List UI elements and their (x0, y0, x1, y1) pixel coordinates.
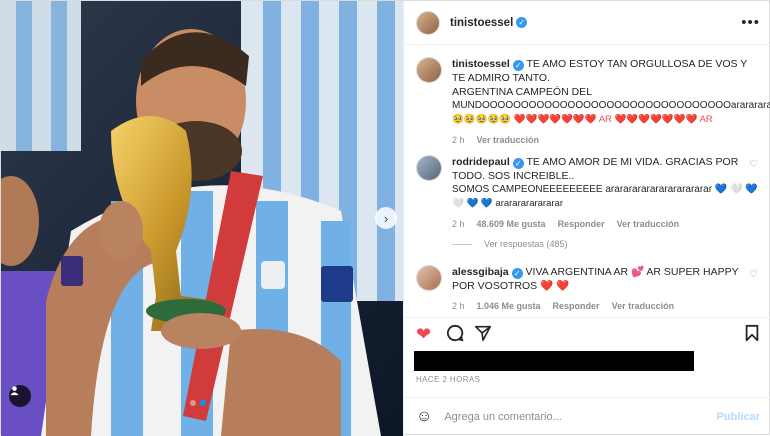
redacted-likes-bar (414, 351, 694, 371)
paper-plane-icon (474, 325, 492, 342)
comment: rodridepaul ✓ TE AMO AMOR DE MI VIDA. GRA… (416, 155, 766, 231)
post-photo[interactable]: › (1, 1, 403, 436)
comment-username[interactable]: tinistoessel (452, 58, 510, 70)
verified-icon: ✓ (512, 158, 524, 169)
comment-text-line: ARGENTINA CAMPEÓN DEL (452, 86, 593, 98)
comment: alessgibaja ✓ VIVA ARGENTINA AR 💕 AR SUPE… (416, 265, 766, 313)
photo-illustration (1, 1, 403, 436)
carousel-indicator (190, 400, 206, 406)
post-timestamp: HACE 2 HORAS (416, 375, 481, 384)
comment-time: 2 h (452, 301, 465, 311)
comment-time: 2 h (452, 219, 465, 229)
reply-button[interactable]: Responder (558, 217, 605, 231)
comment-like-icon[interactable]: ♡ (749, 159, 758, 170)
likes-count[interactable]: 1.046 Me gusta (477, 299, 541, 313)
caption-comment: tinistoessel ✓ TE AMO ESTOY TAN ORGULLOSA… (416, 57, 770, 147)
avatar[interactable] (416, 155, 442, 181)
view-replies-link[interactable]: Ver respuestas (485) (452, 239, 568, 249)
next-photo-button[interactable]: › (375, 207, 397, 229)
verified-icon: ✓ (512, 60, 524, 71)
emoji-icon[interactable]: ☺ (416, 408, 432, 426)
comment-icon[interactable] (446, 324, 464, 347)
publish-button[interactable]: Publicar (717, 411, 760, 423)
comment-username[interactable]: rodridepaul (452, 156, 510, 168)
carousel-dot (190, 400, 196, 406)
carousel-dot-active (200, 400, 206, 406)
avatar[interactable] (416, 265, 442, 291)
save-icon (745, 324, 759, 342)
comment-username[interactable]: alessgibaja (452, 266, 509, 278)
tagged-users-button[interactable] (9, 385, 31, 407)
post-header: tinistoessel ✓ ••• (404, 1, 770, 45)
comment-text-line: SOMOS CAMPEONEEEEEEEEE arararararararara… (452, 184, 758, 195)
post-actions: ❤ (404, 317, 770, 349)
post-details-pane: tinistoessel ✓ ••• tinistoessel ✓ TE AMO … (403, 1, 770, 436)
bookmark-icon[interactable] (744, 324, 760, 347)
see-translation-link[interactable]: Ver traducción (612, 299, 675, 313)
comment-like-icon[interactable]: ♡ (749, 269, 758, 280)
add-comment-bar: ☺ Agrega un comentario... Publicar (404, 397, 770, 436)
avatar[interactable] (416, 10, 440, 35)
see-translation-link[interactable]: Ver traducción (477, 133, 540, 147)
header-username[interactable]: tinistoessel (450, 17, 513, 29)
comment-text-line: MUNDOOOOOOOOOOOOOOOOOOOOOOOOOOOOOOOOarar… (452, 100, 770, 111)
comment-text-line: 🤍 💙 💙 arararararararar (452, 198, 563, 209)
comment-time: 2 h (452, 135, 465, 145)
comment-input[interactable]: Agrega un comentario... (444, 411, 716, 423)
share-icon[interactable] (474, 324, 492, 347)
divider (452, 243, 472, 245)
comments-list: tinistoessel ✓ TE AMO ESTOY TAN ORGULLOSA… (404, 45, 770, 317)
view-replies-label: Ver respuestas (485) (484, 239, 568, 249)
verified-icon: ✓ (516, 17, 528, 28)
comment-emojis: 🥹🥹🥹🥹🥹 ❤️❤️❤️❤️❤️❤️❤️ AR ❤️❤️❤️❤️❤️❤️❤️ A… (452, 114, 713, 125)
avatar[interactable] (416, 57, 442, 83)
instagram-post-frame: › tinistoessel ✓ ••• tinistoessel ✓ TE A… (0, 0, 770, 436)
reply-button[interactable]: Responder (553, 299, 600, 313)
see-translation-link[interactable]: Ver traducción (617, 217, 680, 231)
user-icon (10, 386, 19, 396)
like-heart-icon[interactable]: ❤ (416, 324, 431, 345)
comment-bubble-icon (446, 324, 464, 342)
likes-count[interactable]: 48.609 Me gusta (477, 217, 546, 231)
verified-icon: ✓ (511, 268, 523, 279)
more-icon[interactable]: ••• (741, 14, 760, 31)
